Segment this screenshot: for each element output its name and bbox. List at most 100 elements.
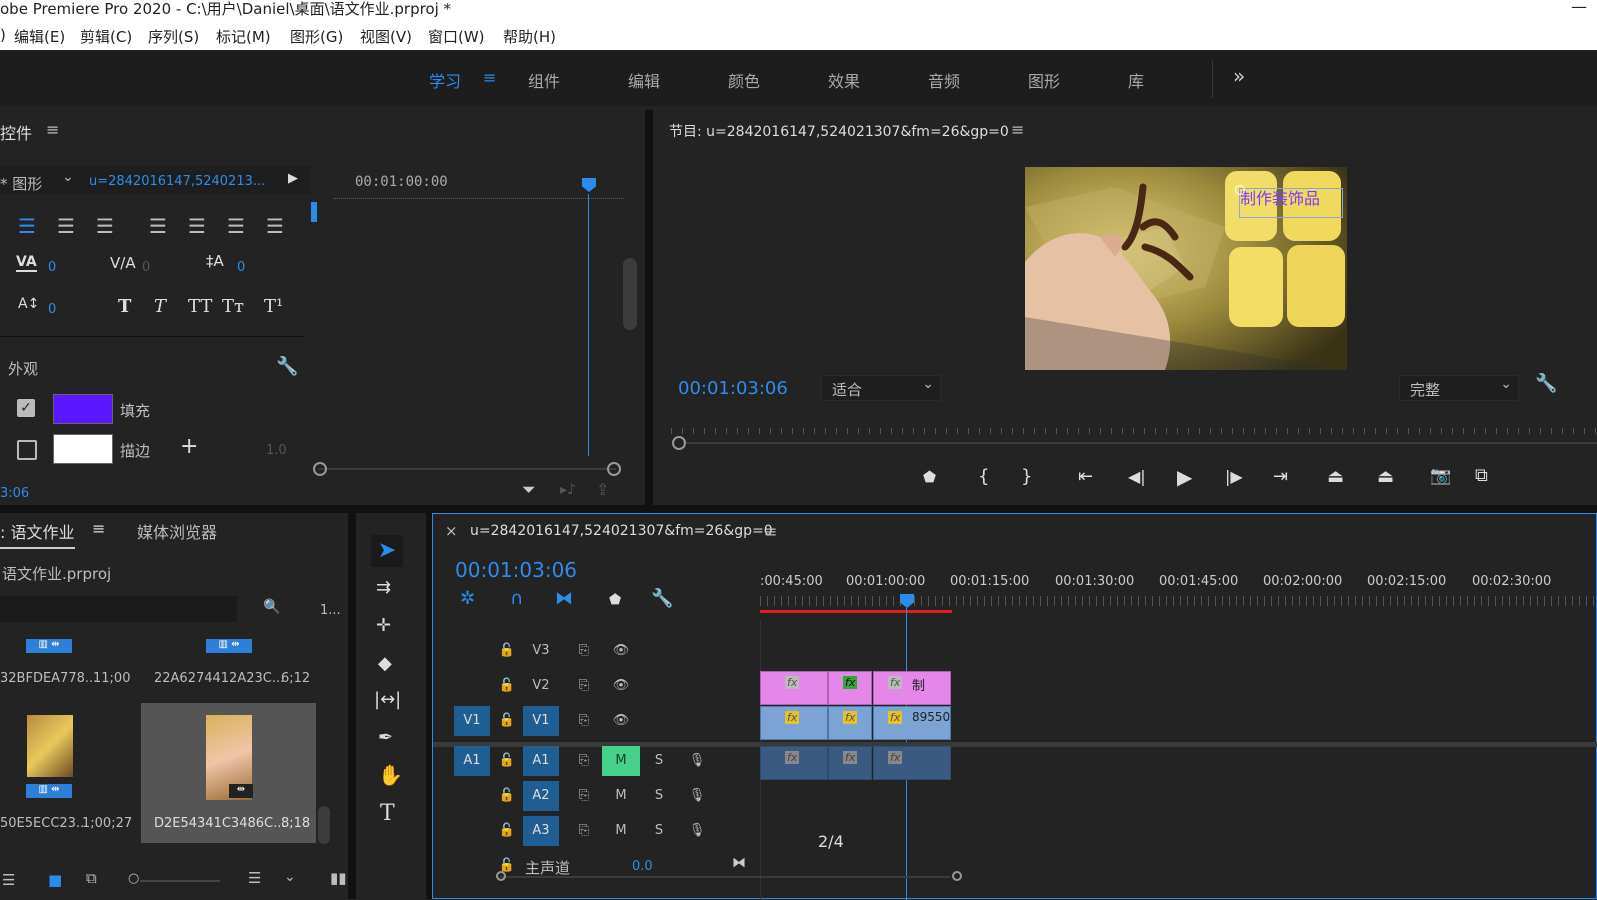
zoom-slider[interactable] — [140, 880, 220, 882]
controls-zoom-bar[interactable] — [318, 468, 616, 470]
microphone-icon[interactable]: 🎙 — [682, 781, 712, 811]
a1-clip[interactable]: fx — [873, 746, 951, 780]
ripple-edit-tool-icon[interactable]: ✛ — [376, 615, 391, 636]
v2-clip[interactable]: fx — [760, 671, 828, 705]
menu-item-marker[interactable]: 标记(M) — [216, 26, 271, 47]
add-marker-icon[interactable]: ⬟ — [923, 468, 936, 486]
export-frame-icon[interactable]: 📷 — [1430, 466, 1451, 486]
track-label[interactable]: V1 — [523, 706, 559, 736]
zoom-slider-handle[interactable]: ○ — [128, 871, 139, 886]
workspace-tab-color[interactable]: 颜色 — [728, 68, 760, 92]
leading-value[interactable]: 0 — [237, 260, 245, 275]
workspace-tab-graphics[interactable]: 图形 — [1028, 68, 1060, 92]
lock-icon[interactable]: 🔓 — [492, 706, 522, 736]
mark-in-icon[interactable]: { — [978, 466, 989, 487]
controls-panel-title[interactable]: 控件 — [0, 120, 32, 144]
justify-all-icon[interactable]: ☰ — [266, 214, 284, 238]
anchor-point-icon[interactable] — [1235, 185, 1245, 195]
mute-button[interactable]: M — [602, 746, 640, 776]
solo-button[interactable]: S — [644, 746, 674, 776]
project-item-name[interactable]: 50E5ECC23... — [0, 816, 88, 831]
clip-name[interactable]: u=2842016147,5240213... — [89, 174, 265, 189]
sync-lock-icon[interactable]: ⎘ — [569, 816, 599, 846]
menu-item-view[interactable]: 视图(V) — [360, 26, 412, 47]
microphone-icon[interactable]: 🎙 — [682, 816, 712, 846]
eye-icon[interactable]: 👁 — [606, 671, 636, 701]
project-menu-icon[interactable]: ≡ — [92, 519, 105, 538]
justify-left-icon[interactable]: ☰ — [149, 214, 167, 238]
mark-out-icon[interactable]: } — [1021, 466, 1032, 487]
align-left-icon[interactable]: ☰ — [18, 214, 36, 238]
chevron-down-icon[interactable]: ⌄ — [62, 169, 74, 185]
hand-tool-icon[interactable]: ✋ — [378, 763, 403, 787]
controls-scrollbar[interactable] — [623, 258, 637, 330]
find-icon[interactable]: 🔍 — [263, 599, 280, 615]
project-item-thumbnail[interactable] — [27, 715, 73, 777]
program-zoom-bar[interactable] — [683, 442, 1597, 444]
fit-dropdown[interactable]: 适合 ⌄ — [821, 375, 941, 401]
pen-tool-icon[interactable]: ✒ — [378, 727, 393, 748]
close-sequence-icon[interactable]: × — [445, 522, 458, 540]
project-tab[interactable]: : 语文作业 — [0, 519, 75, 549]
source-patch-v1[interactable]: V1 — [454, 706, 490, 736]
faux-italic-icon[interactable]: T — [154, 296, 166, 317]
chevron-down-icon[interactable]: ⌄ — [284, 869, 296, 885]
justify-right-icon[interactable]: ☰ — [227, 214, 245, 238]
play-icon[interactable]: ▶ — [1177, 465, 1192, 489]
timeline-zoom-handle[interactable] — [952, 871, 962, 881]
small-caps-icon[interactable]: Tт — [222, 296, 244, 317]
menu-item-help[interactable]: 帮助(H) — [503, 26, 556, 47]
sequence-menu-icon[interactable]: ≡ — [764, 522, 777, 541]
menu-item-window[interactable]: 窗口(W) — [428, 26, 485, 47]
project-scrollbar[interactable] — [318, 806, 330, 844]
faux-bold-icon[interactable]: T — [118, 296, 131, 317]
new-bin-icon[interactable]: ▮▮ — [330, 869, 347, 887]
timeline-zoom-handle[interactable] — [496, 871, 506, 881]
eye-icon[interactable]: 👁 — [606, 706, 636, 736]
menu-item-graphics[interactable]: 图形(G) — [290, 26, 343, 47]
linked-selection-icon[interactable]: ⧓ — [555, 588, 573, 609]
workspace-tab-audio[interactable]: 音频 — [928, 68, 960, 92]
v1-clip[interactable]: fx 89550 — [873, 706, 951, 740]
baseline-value[interactable]: 0 — [48, 302, 56, 317]
sync-lock-icon[interactable]: ⎘ — [569, 781, 599, 811]
microphone-icon[interactable]: 🎙 — [682, 746, 712, 776]
track-select-tool-icon[interactable]: ⇉ — [376, 577, 391, 598]
solo-button[interactable]: S — [644, 781, 674, 811]
v1-clip[interactable]: fx — [760, 706, 828, 740]
all-caps-icon[interactable]: TT — [188, 296, 212, 317]
workspace-tab-learn[interactable]: 学习 — [429, 68, 461, 92]
menu-item-file-partial[interactable]: ) — [0, 26, 6, 44]
lock-icon[interactable]: 🔓 — [492, 816, 522, 846]
track-label[interactable]: V3 — [526, 636, 556, 666]
mute-button[interactable]: M — [606, 816, 636, 846]
step-forward-icon[interactable]: |▶ — [1225, 467, 1243, 486]
go-to-out-icon[interactable]: ⇥ — [1273, 466, 1288, 487]
program-title[interactable]: 节目: u=2842016147,524021307&fm=26&gp=0 — [669, 121, 1009, 141]
go-to-in-icon[interactable]: ⇤ — [1078, 466, 1093, 487]
mute-button[interactable]: M — [606, 781, 636, 811]
eye-icon[interactable]: 👁 — [606, 636, 636, 666]
lock-icon[interactable]: 🔓 — [492, 746, 522, 776]
a1-clip[interactable]: fx — [828, 746, 872, 780]
minimize-icon[interactable]: — — [1571, 0, 1587, 16]
go-to-end-icon[interactable]: ⧓ — [732, 855, 746, 871]
sync-lock-icon[interactable]: ⎘ — [569, 706, 599, 736]
step-back-icon[interactable]: ◀| — [1128, 467, 1146, 486]
project-search-input[interactable] — [0, 596, 237, 622]
menu-item-edit[interactable]: 编辑(E) — [14, 26, 65, 47]
track-label[interactable]: A2 — [523, 781, 559, 811]
align-right-icon[interactable]: ☰ — [96, 214, 114, 238]
a1-clip[interactable]: fx — [760, 746, 828, 780]
sequence-tab[interactable]: u=2842016147,524021307&fm=26&gp=0 — [470, 523, 773, 539]
v2-clip-graphic[interactable]: fx 制 — [873, 671, 951, 705]
slip-tool-icon[interactable]: |↔| — [374, 689, 401, 710]
program-menu-icon[interactable]: ≡ — [1011, 120, 1024, 139]
add-stroke-icon[interactable]: + — [180, 434, 198, 459]
menu-item-clip[interactable]: 剪辑(C) — [80, 26, 132, 47]
icon-view-icon[interactable]: ■ — [48, 871, 62, 889]
audio-only-icon[interactable]: ▸♪ — [560, 482, 576, 498]
controls-menu-icon[interactable]: ≡ — [46, 120, 59, 139]
play-triangle-icon[interactable]: ▶ — [288, 171, 298, 186]
stroke-checkbox[interactable] — [17, 440, 37, 460]
